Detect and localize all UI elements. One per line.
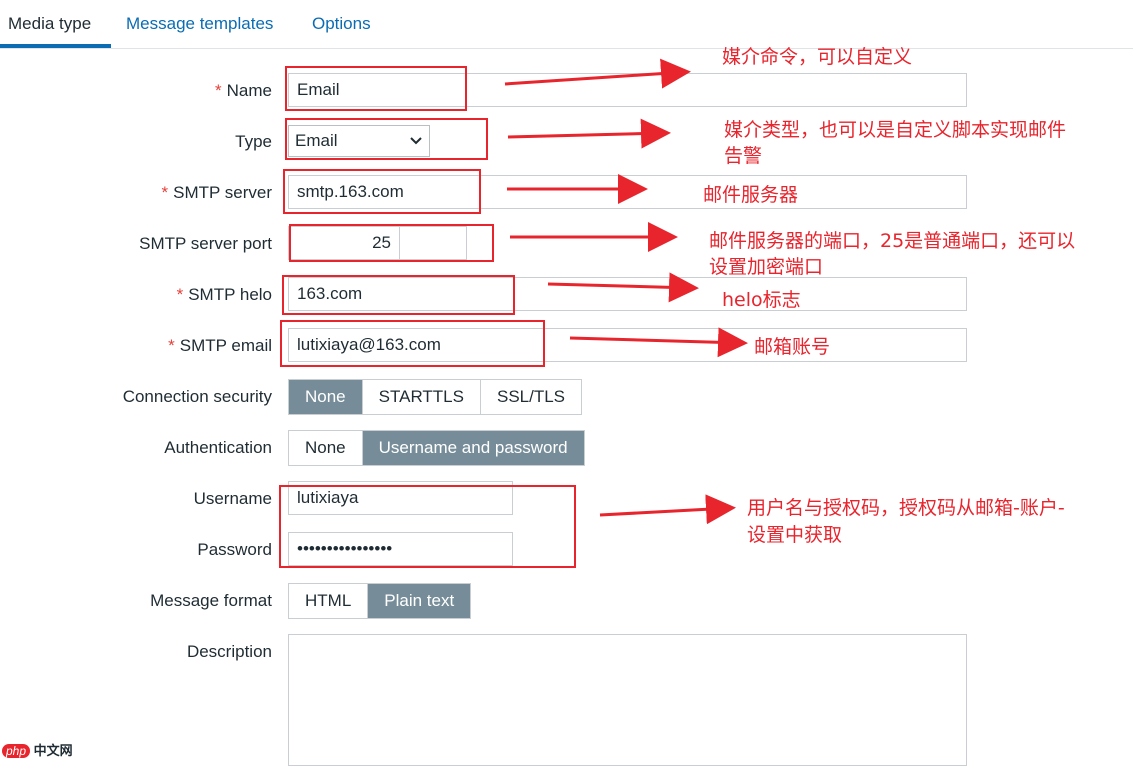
connection-security-none[interactable]: None [289,380,363,414]
annotation-box-type [285,118,488,160]
annotation-box-credentials [279,485,576,568]
connection-security-toggle: None STARTTLS SSL/TLS [288,379,583,415]
annotation-smtp-server: 邮件服务器 [703,184,799,206]
annotation-box-name [285,66,467,111]
message-format-plain-text[interactable]: Plain text [368,584,471,618]
annotation-credentials-line1: 用户名与授权码，授权码从邮箱-账户- [747,497,1065,519]
tab-options[interactable]: Options [312,14,371,34]
message-format-toggle: HTML Plain text [288,583,472,619]
message-format-html[interactable]: HTML [289,584,369,618]
annotation-box-smtp-server [283,169,481,214]
authentication-none[interactable]: None [289,431,363,465]
name-label: * Name [215,81,272,100]
connection-security-label: Connection security [122,387,272,406]
connection-security-starttls[interactable]: STARTTLS [362,380,481,414]
watermark-brand: php [2,744,31,758]
description-textarea[interactable] [288,634,967,766]
arrow-type [507,118,671,149]
annotation-box-helo [282,275,515,315]
required-marker: * [161,183,169,202]
annotation-credentials-line2: 设置中获取 [747,524,843,546]
arrow-credentials [599,494,736,525]
watermark-text: 中文网 [33,743,73,758]
smtp-helo-label: * SMTP helo [176,285,272,304]
required-marker: * [215,81,222,100]
password-label: Password [197,540,272,559]
annotation-name: 媒介命令，可以自定义 [722,46,913,68]
annotation-box-port [289,224,494,262]
required-marker: * [176,285,184,304]
annotation-box-email [280,320,545,367]
message-format-label: Message format [150,591,272,610]
smtp-port-label: SMTP server port [139,234,272,253]
tab-bar: Media type Message templates Options [0,0,1133,49]
authentication-username-password[interactable]: Username and password [362,431,584,465]
smtp-email-label: * SMTP email [168,336,272,355]
annotation-email: 邮箱账号 [754,336,831,358]
active-tab-indicator [0,44,111,48]
smtp-server-label: * SMTP server [161,183,273,202]
watermark-logo: php 中文网 [2,740,73,759]
connection-security-ssl-tls[interactable]: SSL/TLS [480,380,582,414]
annotation-helo: helo标志 [722,289,801,311]
annotation-port-line2: 设置加密端口 [709,256,824,278]
username-label: Username [193,489,272,508]
annotation-port-line1: 邮件服务器的端口，25是普通端口，还可以 [709,230,1076,252]
authentication-label: Authentication [164,438,272,457]
authentication-toggle: None Username and password [288,430,585,466]
type-label: Type [235,132,272,151]
required-marker: * [168,336,175,355]
description-label: Description [186,642,272,661]
tab-message-templates[interactable]: Message templates [126,14,273,34]
annotation-type-line1: 媒介类型，也可以是自定义脚本实现邮件 [724,119,1067,141]
annotation-type-line2: 告警 [724,145,763,167]
tab-media-type[interactable]: Media type [8,14,91,34]
